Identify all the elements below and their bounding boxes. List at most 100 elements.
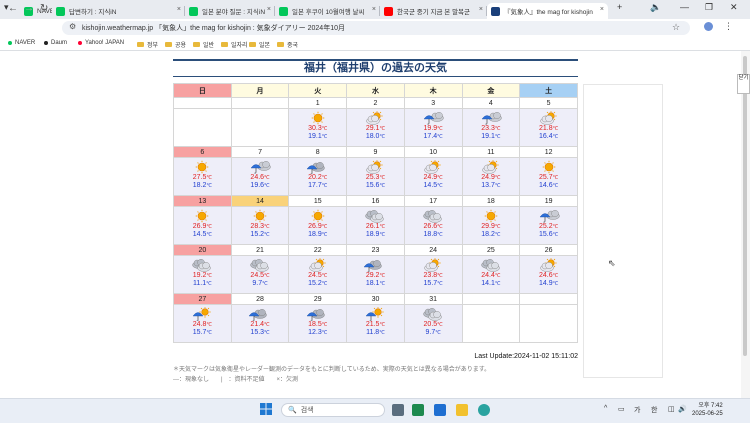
tray-chevron-icon[interactable]: ^ [604, 405, 607, 412]
empty-weather-cell [461, 304, 521, 343]
bookmark-label: 공용 [175, 43, 187, 49]
temp-unit: ℃ [437, 175, 443, 181]
folder-icon [249, 42, 256, 47]
temp-high-value: 25.3 [365, 174, 380, 181]
network-icon[interactable]: ◫ [668, 405, 675, 413]
tab-close-icon[interactable]: × [372, 6, 376, 13]
rain-icon [521, 209, 577, 223]
tab-close-icon[interactable]: × [267, 6, 271, 13]
temp-high: 21.5℃ [348, 321, 404, 329]
tray-display-icon[interactable]: ▭ [618, 405, 625, 413]
temp-low-value: 18.2 [192, 182, 207, 189]
url-text[interactable]: kishojin.weathermap.jp 「気象人」the mag for … [82, 23, 345, 33]
temp-high-value: 20.5 [423, 321, 438, 328]
scrollbar-thumb[interactable] [743, 56, 747, 356]
bookmark-favicon-icon [78, 41, 82, 45]
bookmark-item[interactable]: 중국 [277, 40, 298, 49]
bookmark-label: 일반 [203, 43, 215, 49]
word-icon[interactable] [434, 404, 446, 416]
day-weather-cell: 26.9℃ 18.9℃ [288, 206, 348, 245]
bookmark-item[interactable]: 정부 [137, 40, 158, 49]
temp-low-value: 11.8 [366, 329, 380, 336]
temp-unit: ℃ [552, 273, 559, 279]
tab-close-icon[interactable]: × [479, 6, 483, 13]
temp-unit: ℃ [264, 175, 270, 181]
tab-close-icon[interactable]: × [177, 6, 181, 13]
temp-high: 24.5℃ [232, 272, 288, 280]
temp-high: 24.9℃ [463, 174, 519, 182]
menu-icon[interactable]: ⋮ [724, 21, 733, 32]
reload-icon[interactable]: ↻ [40, 3, 48, 14]
temp-low-value: 17.4 [423, 133, 438, 140]
minimize-icon[interactable]: — [680, 2, 689, 12]
tab-2[interactable]: 일본 분야 질문 : 지식iN × [185, 3, 275, 19]
temp-high-value: 21.8 [538, 125, 553, 132]
day-weather-cell: 21.4℃ 15.3℃ [230, 304, 290, 343]
temp-high-value: 25.2 [538, 223, 553, 230]
bookmark-item[interactable]: Daum [44, 40, 67, 46]
temp-high: 20.5℃ [405, 321, 461, 329]
back-icon[interactable]: ← [8, 3, 18, 14]
taskbar-search[interactable]: 🔍 검색 [281, 403, 385, 417]
tab-4[interactable]: 한국군 중기 지금 본 말복군 × [380, 3, 487, 19]
taskbar-clock[interactable]: 오후 7:42 2025-06-25 [692, 402, 723, 418]
temp-low: 11.1℃ [174, 280, 230, 288]
folder-icon [221, 42, 228, 47]
browser-taskbar-icon[interactable] [478, 404, 490, 416]
tab-label: 답변하기 : 지식iN [69, 9, 117, 16]
sunny-cloudy-icon [290, 258, 346, 272]
weather-calendar: 日月火水木金土 1 2 3 4 5 30.3℃ 19.1℃ 29.1℃ 18.0℃ 19.9℃ 17… [173, 83, 578, 343]
bookmark-star-icon[interactable]: ☆ [672, 22, 680, 33]
bookmark-item[interactable]: 일반 [193, 40, 214, 49]
temp-high-value: 20.2 [308, 174, 322, 181]
widgets-icon[interactable] [392, 404, 404, 416]
maximize-icon[interactable]: ❐ [705, 2, 713, 13]
tab-5[interactable]: 『気象人』the mag for kishojin × [487, 3, 608, 19]
temp-low: 9.7℃ [232, 280, 288, 288]
weekday-header-row: 日月火水木金土 [173, 83, 578, 98]
tab-1[interactable]: 답변하기 : 지식iN × [52, 3, 185, 19]
excel-icon[interactable] [412, 404, 424, 416]
temp-low: 18.9℃ [348, 231, 404, 239]
profile-avatar[interactable] [704, 22, 713, 31]
bookmark-item[interactable]: 일본 [249, 40, 270, 49]
close-window-icon[interactable]: ✕ [730, 2, 738, 13]
day-number: 7 [230, 146, 290, 158]
tab-label: 일본 후쿠이 10월여행 날씨 [292, 9, 365, 16]
day-number: 16 [346, 195, 405, 207]
tab-close-icon[interactable]: × [600, 6, 604, 13]
date-row: 6 7 8 9 10 11 12 [173, 146, 578, 158]
weather-row: 30.3℃ 19.1℃ 29.1℃ 18.0℃ 19.9℃ 17.4℃ 23.3℃ 19.1℃… [173, 108, 578, 147]
day-weather-cell: 24.8℃ 15.7℃ [173, 304, 232, 343]
file-explorer-icon[interactable] [456, 404, 468, 416]
temp-high: 26.9℃ [174, 223, 230, 231]
tray-ime-1[interactable]: 가 [634, 405, 640, 415]
bookmark-item[interactable]: NAVER [8, 40, 35, 46]
bookmark-item[interactable]: 공용 [165, 40, 186, 49]
side-close-tab[interactable]: 닫기 [737, 74, 750, 94]
day-number: 29 [288, 293, 348, 305]
temp-high: 23.8℃ [405, 272, 461, 280]
tray-ime-2[interactable]: 한 [651, 405, 657, 415]
bookmark-item[interactable]: 일자리 [221, 40, 248, 49]
temp-high: 18.5℃ [290, 321, 346, 329]
temp-unit: ℃ [264, 183, 270, 189]
temp-unit: ℃ [437, 224, 443, 230]
temp-high: 24.6℃ [521, 272, 577, 280]
volume-icon[interactable]: 🔊 [678, 405, 687, 413]
new-tab-button[interactable]: + [617, 2, 622, 12]
temp-unit: ℃ [552, 281, 559, 287]
bookmark-item[interactable]: Yahoo! JAPAN [78, 40, 124, 46]
speaker-icon[interactable]: 🔈 [650, 2, 661, 13]
temp-unit: ℃ [494, 281, 501, 287]
site-info-icon[interactable]: ⚙ [69, 22, 76, 31]
day-weather-cell: 19.9℃ 17.4℃ [403, 108, 463, 147]
day-number: 31 [403, 293, 463, 305]
temp-high-value: 21.4 [250, 321, 265, 328]
forward-icon[interactable]: → [24, 3, 34, 14]
temp-low: 19.1℃ [290, 133, 346, 141]
tab-3[interactable]: 일본 후쿠이 10월여행 날씨 × [275, 3, 380, 19]
folder-icon [137, 42, 144, 47]
temp-low-value: 14.5 [423, 182, 438, 189]
windows-start-icon[interactable] [260, 403, 272, 415]
